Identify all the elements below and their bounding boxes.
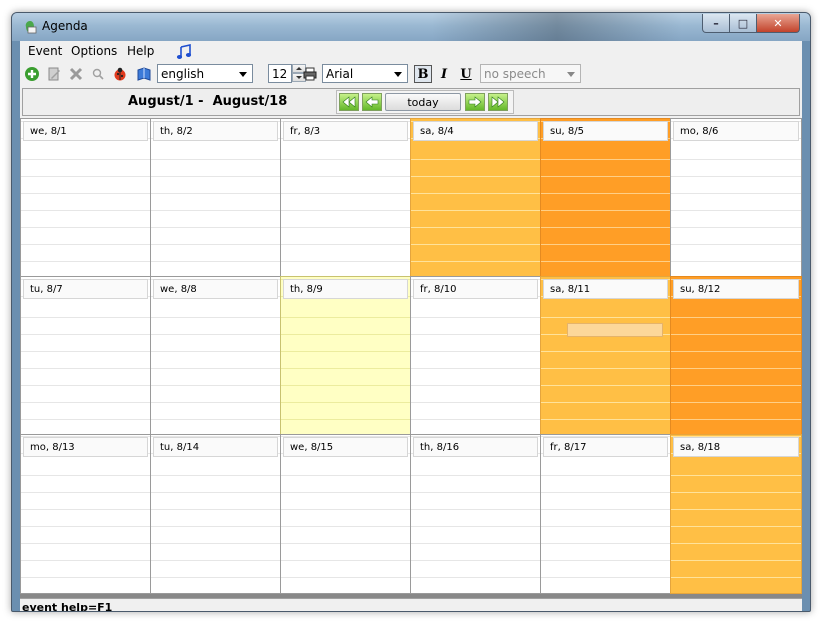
title-bar[interactable]: Agenda – □ ✕ — [12, 13, 810, 41]
arrow-left-icon — [365, 96, 379, 108]
day-header[interactable]: tu, 8/14 — [153, 437, 278, 457]
underline-icon: U — [460, 66, 472, 82]
navigation-group: today — [336, 90, 514, 114]
chevron-down-icon — [394, 72, 402, 77]
arrow-right-icon — [468, 96, 482, 108]
edit-event-icon[interactable] — [46, 66, 62, 82]
day-cell[interactable]: su, 8/5 — [540, 118, 671, 277]
add-event-icon[interactable] — [24, 66, 40, 82]
day-header[interactable]: su, 8/5 — [543, 121, 668, 141]
date-range: August/1 - August/18 — [128, 94, 287, 109]
day-cell[interactable]: we, 8/15 — [280, 434, 411, 594]
previous-day-button[interactable] — [362, 93, 382, 111]
font-name-value: Arial — [326, 67, 354, 81]
underline-button[interactable]: U — [457, 65, 475, 83]
day-header[interactable]: th, 8/9 — [283, 279, 408, 299]
day-cell[interactable]: fr, 8/17 — [540, 434, 671, 594]
font-size-value: 12 — [272, 67, 288, 81]
day-header[interactable]: sa, 8/11 — [543, 279, 668, 299]
today-button[interactable]: today — [385, 93, 461, 111]
day-header[interactable]: fr, 8/17 — [543, 437, 668, 457]
date-navigation-bar: August/1 - August/18 today — [22, 88, 800, 116]
italic-button[interactable]: I — [435, 65, 453, 83]
language-value: english — [161, 67, 205, 81]
day-cell[interactable]: fr, 8/3 — [280, 118, 411, 277]
minimize-icon: – — [713, 16, 719, 30]
menu-bar: Event Options Help — [20, 41, 802, 61]
day-header[interactable]: mo, 8/13 — [23, 437, 148, 457]
day-header[interactable]: we, 8/1 — [23, 121, 148, 141]
app-window: Agenda – □ ✕ Event Options Help english … — [11, 12, 811, 612]
agenda-app-icon — [25, 21, 37, 34]
previous-period-button[interactable] — [339, 93, 359, 111]
calendar-grid: we, 8/1 th, 8/2 fr, 8/3 sa, 8/4 su, 8/5 mo, 8… — [20, 118, 802, 598]
music-note-icon[interactable] — [176, 43, 192, 60]
day-header[interactable]: tu, 8/7 — [23, 279, 148, 299]
event-entry[interactable] — [567, 323, 663, 337]
next-period-button[interactable] — [488, 93, 508, 111]
double-arrow-left-icon — [342, 96, 356, 108]
day-cell[interactable]: tu, 8/14 — [150, 434, 281, 594]
day-cell[interactable]: we, 8/1 — [20, 118, 151, 277]
day-header[interactable]: sa, 8/18 — [673, 437, 799, 457]
chevron-down-icon — [567, 72, 575, 77]
day-header[interactable]: su, 8/12 — [673, 279, 799, 299]
menu-options[interactable]: Options — [71, 44, 117, 58]
day-cell[interactable]: fr, 8/10 — [410, 276, 541, 435]
day-header[interactable]: we, 8/8 — [153, 279, 278, 299]
toolbar: english 12 Arial B I U no speech — [20, 61, 802, 87]
font-size-input[interactable]: 12 — [268, 64, 292, 83]
search-icon[interactable] — [90, 66, 106, 82]
day-header[interactable]: mo, 8/6 — [673, 121, 799, 141]
book-icon[interactable] — [136, 66, 152, 82]
range-start: August/1 - — [128, 94, 204, 109]
day-header[interactable]: fr, 8/10 — [413, 279, 538, 299]
day-cell[interactable]: sa, 8/11 — [540, 276, 671, 435]
close-button[interactable]: ✕ — [756, 14, 800, 33]
day-cell[interactable]: sa, 8/4 — [410, 118, 541, 277]
day-header[interactable]: th, 8/2 — [153, 121, 278, 141]
language-select[interactable]: english — [157, 64, 253, 83]
day-cell[interactable]: sa, 8/18 — [670, 434, 802, 594]
range-end: August/18 — [212, 94, 288, 109]
speech-value: no speech — [484, 67, 546, 81]
window-title: Agenda — [42, 19, 88, 33]
day-header[interactable]: sa, 8/4 — [413, 121, 538, 141]
client-area: Event Options Help english 12 Arial B I … — [20, 41, 802, 611]
delete-event-icon[interactable] — [68, 66, 84, 82]
font-name-select[interactable]: Arial — [322, 64, 408, 83]
menu-event[interactable]: Event — [28, 44, 62, 58]
maximize-icon: □ — [737, 16, 749, 30]
title-bar-decoration — [432, 13, 682, 41]
day-cell[interactable]: su, 8/12 — [670, 276, 802, 435]
day-header[interactable]: fr, 8/3 — [283, 121, 408, 141]
day-header[interactable]: we, 8/15 — [283, 437, 408, 457]
chevron-down-icon — [239, 72, 247, 77]
status-text: event help=F1 — [22, 601, 113, 612]
print-icon[interactable] — [302, 66, 318, 82]
next-day-button[interactable] — [465, 93, 485, 111]
day-cell[interactable]: mo, 8/13 — [20, 434, 151, 594]
double-arrow-right-icon — [491, 96, 505, 108]
ladybug-icon[interactable] — [112, 66, 128, 82]
day-cell[interactable]: th, 8/16 — [410, 434, 541, 594]
day-cell[interactable]: mo, 8/6 — [670, 118, 802, 277]
bold-button[interactable]: B — [414, 65, 432, 83]
menu-help[interactable]: Help — [127, 44, 154, 58]
status-bar: event help=F1 — [20, 598, 802, 612]
maximize-button[interactable]: □ — [729, 14, 757, 33]
speech-select[interactable]: no speech — [480, 64, 581, 83]
day-header[interactable]: th, 8/16 — [413, 437, 538, 457]
day-cell[interactable]: th, 8/9 — [280, 276, 411, 435]
italic-icon: I — [440, 66, 448, 82]
bold-icon: B — [417, 66, 429, 82]
day-cell[interactable]: tu, 8/7 — [20, 276, 151, 435]
day-cell[interactable]: we, 8/8 — [150, 276, 281, 435]
day-cell[interactable]: th, 8/2 — [150, 118, 281, 277]
minimize-button[interactable]: – — [702, 14, 730, 33]
close-icon: ✕ — [773, 16, 783, 30]
